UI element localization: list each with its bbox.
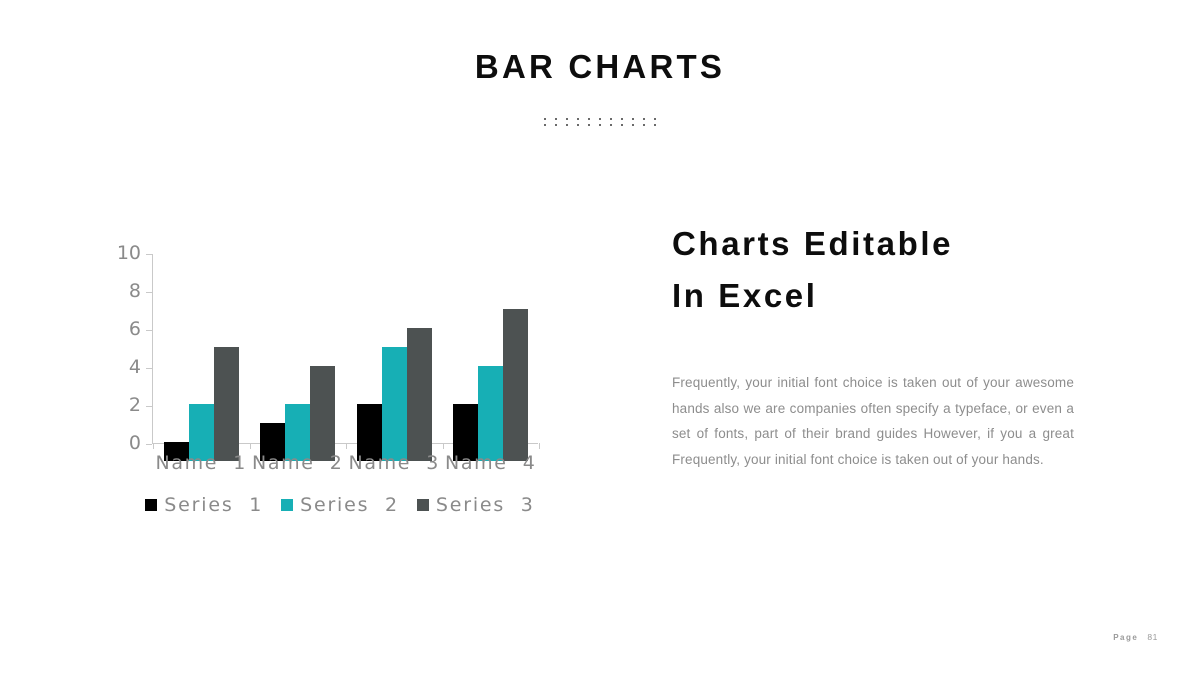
ornament-dot — [653, 117, 657, 121]
chart-x-tick — [346, 443, 347, 449]
ornament-dot — [642, 123, 646, 127]
chart-bar-group — [453, 271, 529, 461]
chart-x-axis-label: Name 2 — [252, 452, 344, 474]
legend-series-label: Series 1 — [164, 494, 264, 516]
chart-y-tick-label: 6 — [128, 318, 141, 340]
chart-x-tick — [442, 443, 444, 449]
chart-bar-group — [260, 271, 336, 461]
chart-bar — [503, 309, 529, 461]
right-column: Charts Editable In Excel Frequently, you… — [672, 218, 1074, 472]
ornament-dot — [653, 123, 657, 127]
chart-bar-group — [163, 271, 239, 461]
chart-y-tick-label: 10 — [116, 242, 141, 264]
chart-x-tick — [539, 443, 540, 449]
ornament-dot — [598, 117, 602, 121]
ornament-dot — [576, 123, 580, 127]
ornament-dot — [543, 123, 547, 127]
chart-y-tick — [146, 254, 152, 255]
footer-page-number: 81 — [1147, 632, 1158, 642]
chart-y-tick — [146, 292, 152, 293]
chart-bar — [406, 328, 432, 461]
chart-y-tick — [146, 368, 152, 369]
ornament-dot — [620, 117, 624, 121]
bar-chart: 0 2 4 6 8 10 Name 1 Name 2 Name 3 Name 4 Series … — [105, 236, 575, 526]
chart-y-tick-label: 2 — [128, 394, 141, 416]
chart-x-tick — [153, 443, 154, 449]
chart-y-tick — [146, 406, 152, 407]
chart-bar — [478, 366, 504, 461]
legend-color-swatch — [416, 499, 429, 511]
ornament-dot — [598, 123, 602, 127]
chart-plot-area: 0 2 4 6 8 10 — [105, 236, 575, 461]
page-title: BAR CHARTS — [474, 48, 726, 85]
chart-y-tick — [146, 330, 152, 331]
section-heading: Charts Editable In Excel — [672, 225, 954, 314]
dot-grid-ornament — [0, 116, 1200, 128]
chart-x-axis-label: Name 3 — [348, 452, 440, 474]
ornament-dot — [587, 117, 591, 121]
chart-x-axis-label: Name 1 — [155, 452, 247, 474]
chart-bar — [213, 347, 239, 461]
chart-legend-item: Series 2 — [281, 494, 399, 516]
chart-bar-group — [356, 271, 432, 461]
ornament-dot — [587, 123, 591, 127]
chart-x-axis-labels: Name 1 Name 2 Name 3 Name 4 — [153, 452, 539, 474]
ornament-dot — [565, 123, 569, 127]
ornament-dot — [609, 117, 613, 121]
chart-y-tick — [146, 444, 152, 445]
ornament-dot — [631, 123, 635, 127]
chart-y-axis — [152, 254, 153, 444]
legend-series-label: Series 2 — [300, 494, 399, 516]
chart-legend-item: Series 1 — [145, 494, 263, 516]
legend-series-label: Series 3 — [435, 494, 535, 516]
chart-y-tick-label: 8 — [128, 280, 141, 302]
section-body-text: Frequently, your initial font choice is … — [672, 375, 1074, 467]
chart-legend-item: Series 3 — [416, 494, 535, 516]
footer-page-label: Page — [1113, 633, 1139, 642]
ornament-dot — [543, 117, 547, 121]
chart-x-tick — [249, 443, 251, 449]
page-footer: Page 81 — [1113, 632, 1158, 642]
ornament-dot — [631, 117, 635, 121]
chart-bar — [381, 347, 407, 461]
legend-color-swatch — [145, 499, 158, 511]
ornament-dot — [576, 117, 580, 121]
ornament-dot — [565, 117, 569, 121]
chart-legend: Series 1 Series 2 Series 3 — [105, 494, 575, 516]
ornament-dot — [554, 117, 558, 121]
chart-bar — [310, 366, 336, 461]
ornament-dot — [620, 123, 624, 127]
ornament-dot — [554, 123, 558, 127]
ornament-dot — [609, 123, 613, 127]
legend-color-swatch — [281, 499, 294, 511]
chart-x-axis-label: Name 4 — [445, 452, 537, 474]
ornament-dot — [642, 117, 646, 121]
chart-y-tick-label: 4 — [128, 356, 141, 378]
chart-y-tick-label: 0 — [128, 432, 141, 454]
